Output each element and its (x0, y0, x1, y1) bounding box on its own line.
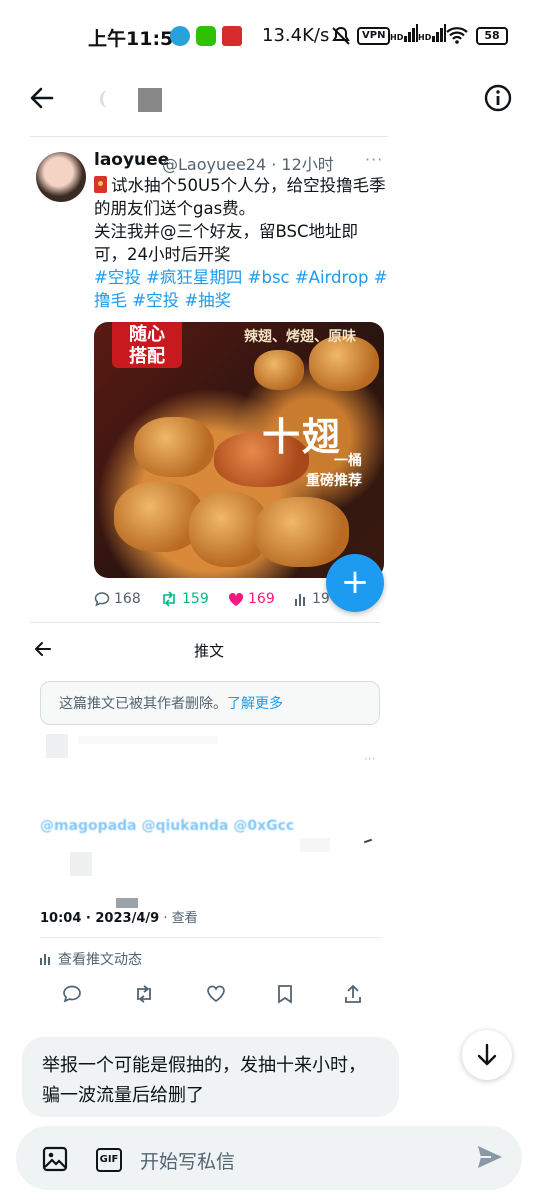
retweet-icon (163, 591, 175, 607)
tweet-section-title: 推文 (194, 642, 225, 660)
food-illustration (254, 497, 349, 567)
network-speed: 13.4K/s (262, 25, 330, 46)
redacted-mark (363, 838, 373, 844)
learn-more-link[interactable]: 了解更多 (227, 696, 283, 712)
tweet-more-icon[interactable]: ··· (365, 150, 383, 169)
tweet-mentions[interactable]: @magopada @qiukanda @0xGcc (40, 818, 294, 834)
image-subtitle-1: 一桶 (334, 453, 362, 469)
retweet-icon[interactable] (133, 984, 155, 1004)
vpn-badge: VPN (357, 27, 391, 45)
tweet-text-line2: 关注我并@三个好友，留BSC地址即可，24小时后开奖 (94, 222, 359, 264)
activity-label: 查看推文动态 (58, 952, 142, 968)
message-bubble[interactable]: 举报一个可能是假抽的，发抽十来小时，骗一波流量后给删了 (22, 1037, 399, 1117)
app-notification-icon (222, 26, 242, 46)
share-icon[interactable] (344, 984, 362, 1004)
loading-spinner-icon (100, 90, 117, 108)
signal-icon-1: HD (390, 24, 419, 42)
conversation-avatar[interactable] (138, 88, 162, 112)
signal-icon-2: HD (418, 24, 447, 42)
like-action[interactable]: 169 (228, 591, 294, 607)
mute-icon (330, 26, 352, 46)
send-icon[interactable] (476, 1144, 504, 1170)
retweet-action[interactable]: 159 (160, 591, 228, 607)
tweet-text: 试水抽个50U5个人分，给空投撸毛季的朋友们送个gas费。 关注我并@三个好友，… (94, 174, 389, 312)
more-icon[interactable]: ··· (364, 752, 375, 766)
message-input[interactable]: 开始写私信 (140, 1147, 235, 1174)
reply-icon (94, 592, 110, 607)
scroll-to-bottom-button[interactable] (462, 1030, 512, 1080)
gif-button[interactable]: GIF (96, 1148, 122, 1172)
divider (40, 937, 382, 938)
redacted-avatar (46, 734, 68, 758)
tweet-hashtags[interactable]: #空投 #疯狂星期四 #bsc #Airdrop #撸毛 #空投 #抽奖 (94, 266, 389, 312)
tweet-time: 10:04 (40, 911, 82, 926)
redacted-block (300, 838, 330, 852)
reply-icon[interactable] (62, 984, 82, 1004)
tweet-date: 2023/4/9 (95, 911, 160, 926)
analytics-icon (40, 954, 50, 965)
deleted-notice-text: 这篇推文已被其作者删除。 (59, 696, 227, 712)
image-flavor-text: 辣翅、烤翅、原味 (244, 329, 356, 345)
image-attach-icon[interactable] (42, 1146, 68, 1172)
deleted-tweet-notice: 这篇推文已被其作者删除。了解更多 (40, 681, 380, 725)
info-icon[interactable] (484, 84, 512, 112)
quoted-tweet-actions (62, 984, 362, 1004)
status-bar: 上午11:58 13.4K/s VPN HD HD 58 (0, 0, 540, 70)
image-headline: 十翅 (262, 415, 343, 459)
hd-label-1: HD (390, 33, 404, 42)
reply-action[interactable]: 168 (94, 591, 160, 607)
views-icon (295, 594, 305, 606)
food-illustration (254, 350, 304, 390)
heart-icon (228, 592, 244, 606)
bookmark-icon[interactable] (277, 984, 293, 1004)
tweet-author-name[interactable]: laoyuee (94, 150, 169, 170)
tweet-activity-link[interactable]: 查看推文动态 (40, 949, 142, 969)
divider (30, 622, 380, 623)
compose-fab-button[interactable]: + (326, 554, 384, 612)
tweet-author-avatar[interactable] (36, 152, 86, 202)
battery-indicator: 58 (476, 27, 508, 45)
redacted-block (70, 852, 92, 876)
hd-label-2: HD (418, 33, 432, 42)
tweet-back-icon[interactable] (34, 640, 52, 658)
wifi-icon (446, 26, 468, 44)
status-app-icons (170, 26, 242, 46)
back-button[interactable] (28, 84, 56, 112)
like-count: 169 (248, 591, 275, 607)
tweet-views-label: · 查看 (163, 911, 198, 926)
red-envelope-icon (94, 176, 107, 193)
wechat-icon (196, 26, 216, 46)
tweet-author-handle: @Laoyuee24 · 12小时 (162, 155, 334, 174)
image-subtitle-2: 重磅推荐 (306, 473, 362, 489)
food-illustration (134, 417, 214, 477)
like-icon[interactable] (206, 984, 226, 1004)
telegram-icon (170, 26, 190, 46)
tweet-timestamp: 10:04 · 2023/4/9 · 查看 (40, 911, 198, 926)
redacted-block (78, 736, 218, 744)
retweet-count: 159 (182, 591, 209, 607)
image-badge: 随心 搭配 (112, 322, 182, 368)
tweet-text-line1: 试水抽个50U5个人分，给空投撸毛季的朋友们送个gas费。 (94, 176, 386, 218)
message-composer (16, 1126, 522, 1190)
arrow-down-icon (477, 1043, 497, 1066)
reply-count: 168 (114, 591, 141, 607)
tweet-image[interactable]: 随心 搭配 辣翅、烤翅、原味 十翅 一桶 重磅推荐 (94, 322, 384, 578)
